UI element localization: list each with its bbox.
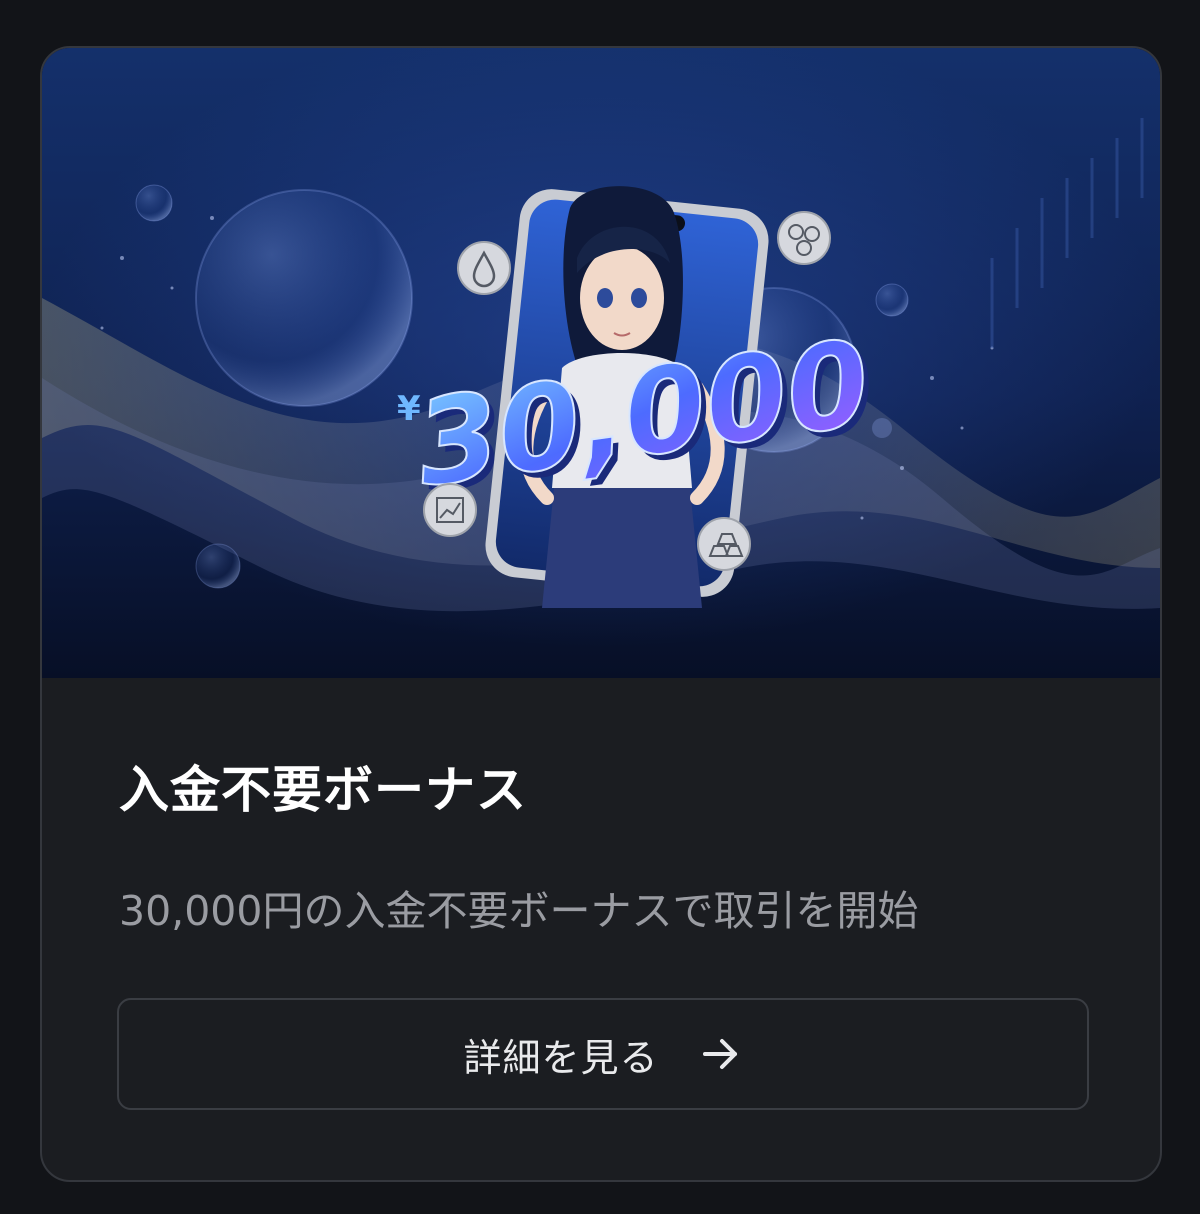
view-details-label: 詳細を見る: [463, 1035, 659, 1080]
promo-banner-image: ¥ 30,000 30,000: [42, 48, 1160, 678]
oil-drop-coin-icon: [457, 241, 511, 295]
currency-coin-icon: [777, 211, 831, 265]
card-title: 入金不要ボーナス: [119, 761, 527, 819]
chart-coin-icon: [423, 483, 477, 537]
bonus-card: ¥ 30,000 30,000 入金不要ボーナス 30,000円の入金不要ボーナ…: [40, 46, 1162, 1182]
view-details-button[interactable]: 詳細を見る: [117, 998, 1089, 1110]
arrow-right-icon: [699, 1032, 743, 1076]
card-description: 30,000円の入金不要ボーナスで取引を開始: [119, 887, 919, 935]
gold-bars-coin-icon: [697, 517, 751, 571]
